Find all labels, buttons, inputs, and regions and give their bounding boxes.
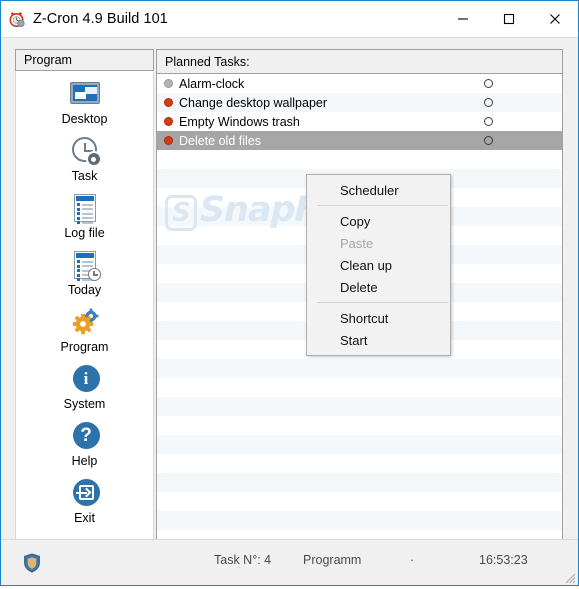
menu-item-delete[interactable]: Delete [307,276,450,298]
sidebar-item-exit[interactable]: Exit [16,477,153,534]
sidebar-item-log-file[interactable]: Log file [16,192,153,249]
application-window: Z-Cron 4.9 Build 101 Program Desktop Tas… [0,0,579,586]
sidebar-item-label: Task [71,169,98,183]
table-row[interactable]: Delete old files [157,131,562,150]
sidebar-item-desktop[interactable]: Desktop [16,78,153,135]
status-time: 16:53:23 [479,553,528,567]
sidebar-item-label: Log file [64,226,105,240]
task-radio[interactable] [484,79,493,88]
monitor-icon [69,78,101,110]
task-radio[interactable] [484,98,493,107]
exit-arrow-icon [69,477,101,509]
status-dot-wrap [157,79,179,88]
sidebar-item-label: Today [67,283,102,297]
client-area: Program Desktop Task Log file Today Prog… [1,37,578,568]
table-row[interactable]: Empty Windows trash [157,112,562,131]
sidebar-item-label: Program [60,340,109,354]
sidebar-items: Desktop Task Log file Today Program i Sy… [15,71,154,540]
sidebar-item-today[interactable]: Today [16,249,153,306]
maximize-button[interactable] [486,1,532,37]
table-row[interactable]: Change desktop wallpaper [157,93,562,112]
sidebar-item-label: System [63,397,106,411]
task-name: Delete old files [179,133,261,148]
task-name: Alarm-clock [179,76,245,91]
sidebar-item-system[interactable]: i System [16,363,153,420]
sidebar-group-label: Program [24,53,72,67]
question-circle-icon: ? [69,420,101,452]
sidebar-item-label: Desktop [61,112,108,126]
window-title: Z-Cron 4.9 Build 101 [33,11,168,27]
title-bar: Z-Cron 4.9 Build 101 [1,1,578,37]
alarm-clock-icon [8,10,26,28]
gears-icon [69,306,101,338]
shield-icon[interactable] [23,553,41,573]
task-name: Change desktop wallpaper [179,95,328,110]
status-separator-dot: · [410,553,415,567]
clock-gear-icon [69,135,101,167]
status-bar: Task N°: 4 Programm · 16:53:23 [1,539,578,585]
status-dot-wrap [157,98,179,107]
status-dot-wrap [157,136,179,145]
menu-item-shortcut[interactable]: Shortcut [307,307,450,329]
planned-tasks-label: Planned Tasks: [165,54,250,69]
minimize-button[interactable] [440,1,486,37]
menu-item-copy[interactable]: Copy [307,210,450,232]
status-badge [163,117,173,126]
planned-tasks-header: Planned Tasks: [157,50,562,74]
document-clock-icon [69,249,101,281]
menu-item-clean-up[interactable]: Clean up [307,254,450,276]
task-name: Empty Windows trash [179,114,300,129]
status-badge [163,136,173,145]
menu-separator [317,302,448,303]
task-radio[interactable] [484,117,493,126]
task-radio[interactable] [484,136,493,145]
window-controls [440,1,578,37]
table-row[interactable]: Alarm-clock [157,74,562,93]
close-button[interactable] [532,1,578,37]
sidebar-item-label: Help [71,454,98,468]
sidebar: Program Desktop Task Log file Today Prog… [15,49,154,540]
status-dot-wrap [157,117,179,126]
status-badge [163,98,173,107]
document-list-icon [69,192,101,224]
menu-separator [317,205,448,206]
sidebar-item-label: Exit [74,511,95,525]
watermark-badge: S [165,195,197,231]
info-circle-icon: i [69,363,101,395]
resize-grip-icon[interactable] [563,571,576,584]
sidebar-item-help[interactable]: ? Help [16,420,153,477]
status-mode: Programm [303,553,362,567]
menu-item-paste: Paste [340,235,374,251]
task-rows: Alarm-clock Change desktop wallpaper Emp… [157,74,562,150]
sidebar-item-program[interactable]: Program [16,306,153,363]
menu-item-start[interactable]: Start [307,329,450,351]
status-badge [163,79,173,88]
sidebar-item-task[interactable]: Task [16,135,153,192]
sidebar-group-tab[interactable]: Program [15,49,154,71]
status-task-count: Task N°: 4 [214,553,272,567]
menu-item-scheduler[interactable]: Scheduler [307,179,450,201]
context-menu: Scheduler Copy Paste Clean up Delete Sho… [306,174,451,356]
